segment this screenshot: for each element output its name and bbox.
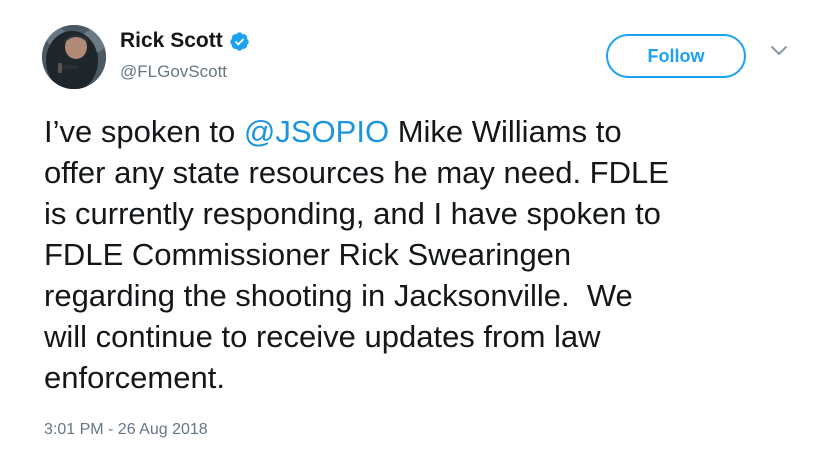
tweet-line: I’ve spoken to @JSOPIO Mike Williams to — [44, 111, 784, 152]
tweet-line: regarding the shooting in Jacksonville. … — [44, 278, 633, 313]
verified-badge-icon — [230, 31, 249, 51]
chevron-down-icon[interactable] — [770, 44, 788, 58]
user-handle[interactable]: @FLGovScott — [120, 62, 227, 82]
avatar[interactable] — [42, 25, 106, 89]
tweet-card: Rick Scott @FLGovScott Follow I’ve spoke… — [0, 0, 820, 450]
tweet-text: I’ve spoken to @JSOPIO Mike Williams to … — [44, 111, 784, 398]
tweet-line: offer any state resources he may need. F… — [44, 155, 669, 190]
tweet-line: enforcement. — [44, 360, 225, 395]
tweet-line: FDLE Commissioner Rick Swearingen — [44, 237, 572, 272]
display-name[interactable]: Rick Scott — [120, 28, 223, 54]
tweet-timestamp[interactable]: 3:01 PM - 26 Aug 2018 — [44, 420, 208, 440]
author-name-row: Rick Scott — [120, 28, 250, 54]
tweet-line: is currently responding, and I have spok… — [44, 196, 661, 231]
tweet-line-text: Mike Williams to — [389, 114, 622, 149]
profile-photo-icon — [42, 25, 106, 89]
follow-button[interactable]: Follow — [606, 34, 746, 78]
mention-link[interactable]: @JSOPIO — [244, 114, 389, 149]
tweet-line: will continue to receive updates from la… — [44, 319, 601, 354]
tweet-line-text: I’ve spoken to — [44, 114, 244, 149]
